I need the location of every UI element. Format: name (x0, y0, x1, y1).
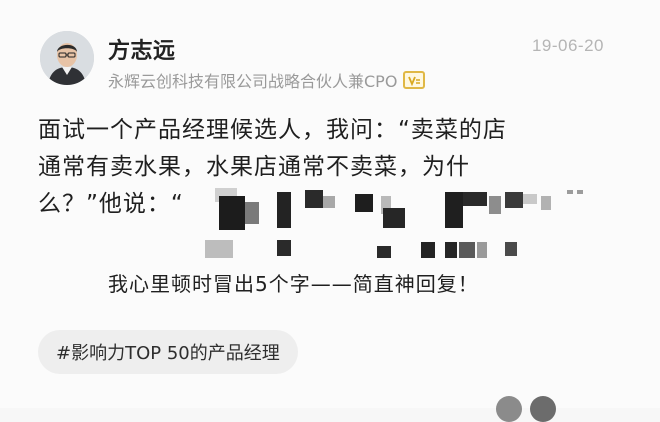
topic-tag-label: #影响力TOP 50的产品经理 (56, 343, 280, 364)
author-name[interactable]: 方志远 (108, 33, 176, 65)
avatar[interactable] (40, 31, 94, 85)
author-title: 永辉云创科技有限公司战略合伙人兼CPO (108, 72, 398, 91)
verified-v-badge-icon (403, 71, 426, 89)
content-line-2: 通常有卖水果，水果店通常不卖菜，为什 (38, 154, 470, 180)
author-title-row: 永辉云创科技有限公司战略合伙人兼CPO (108, 69, 426, 91)
bottom-avatar-1 (496, 396, 522, 422)
reply-text: 我心里顿时冒出5个字——简直神回复！ (108, 272, 479, 296)
content-line-1: 面试一个产品经理候选人，我问：“卖菜的店 (38, 117, 507, 143)
post-date: 19-06-20 (531, 36, 604, 55)
avatar-photo-icon (40, 31, 94, 85)
bottom-avatar-2 (530, 396, 556, 422)
censored-text-mosaic (205, 188, 583, 258)
post-card: 方志远 19-06-20 永辉云创科技有限公司战略合伙人兼CPO 面试一个产品经… (0, 0, 660, 422)
topic-tag[interactable]: #影响力TOP 50的产品经理 (38, 330, 298, 374)
